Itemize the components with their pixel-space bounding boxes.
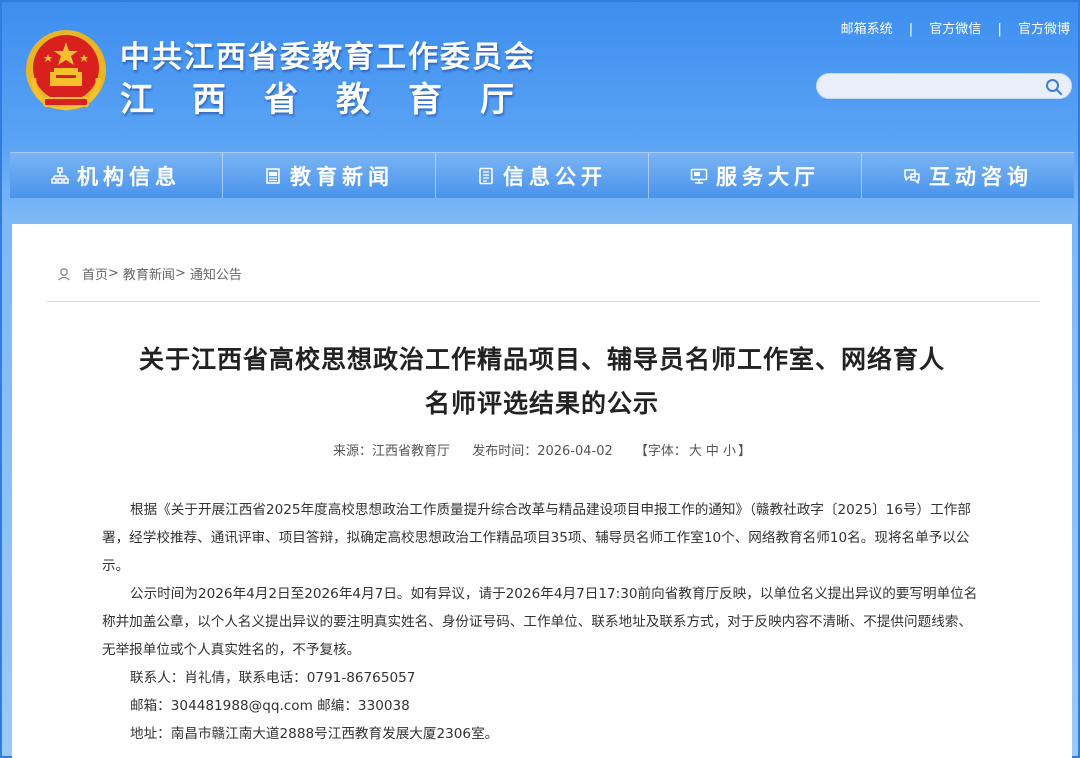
nav-label: 服务大厅 [716,164,820,189]
official-wechat-link[interactable]: 官方微信 [929,22,981,37]
breadcrumb-home[interactable]: 首页 [82,264,108,283]
site-header: 中共江西省委教育工作委员会 江西省教育厅 邮箱系统 | 官方微信 | 官方微博 [2,2,1078,150]
nav-item-service-hall[interactable]: 服务大厅 [649,153,862,198]
font-size-switcher: 【字体：大中小】 [635,444,751,459]
article-panel: 首页 > 教育新闻 > 通知公告 关于江西省高校思想政治工作精品项目、辅导员名师… [12,224,1072,758]
body-paragraph: 公示时间为2026年4月2日至2026年4月7日。如有异议，请于2026年4月7… [102,586,978,658]
org-name-department: 江西省教育厅 [120,80,552,120]
nav-item-org-info[interactable]: 机构信息 [10,153,223,198]
article-source: 来源：江西省教育厅 [333,444,451,459]
chat-bubble-icon [904,168,920,184]
breadcrumb-separator: > [174,266,186,281]
contact-person: 联系人：肖礼倩，联系电话：0791-86765057 [130,670,416,686]
body-paragraph: 根据《关于开展江西省2025年度高校思想政治工作质量提升综合改革与精品建设项目申… [102,502,971,574]
search-box [816,73,1072,99]
nav-label: 机构信息 [77,164,181,189]
mail-system-link[interactable]: 邮箱系统 [841,22,893,37]
monitor-icon [690,168,708,184]
location-pin-icon [58,267,70,280]
article-publish-time: 发布时间：2026-04-02 [472,444,613,459]
page-title: 关于江西省高校思想政治工作精品项目、辅导员名师工作室、网络育人 名师评选结果的公… [72,338,1012,426]
font-size-label: 【字体： [634,444,687,459]
title-line: 名师评选结果的公示 [424,389,659,418]
nav-item-interactive-consult[interactable]: 互动咨询 [862,153,1074,198]
nav-label: 教育新闻 [290,164,394,189]
font-size-close: 】 [737,444,751,459]
search-input[interactable] [829,77,1049,95]
breadcrumb-separator: > [108,266,119,281]
title-line: 关于江西省高校思想政治工作精品项目、辅导员名师工作室、网络育人 [138,345,945,374]
article-meta: 来源：江西省教育厅 发布时间：2026-04-02 【字体：大中小】 [12,440,1072,459]
official-weibo-link[interactable]: 官方微博 [1018,22,1070,37]
nav-item-info-disclosure[interactable]: 信息公开 [436,153,649,198]
list-doc-icon [479,167,493,184]
org-tree-icon [51,166,69,184]
nav-label: 信息公开 [503,164,607,189]
org-name-party: 中共江西省委教育工作委员会 [120,40,536,75]
news-doc-icon [266,167,280,184]
contact-email: 邮箱：304481988@qq.com 邮编：330038 [130,698,410,714]
breadcrumb: 首页 > 教育新闻 > 通知公告 [56,264,242,283]
top-links: 邮箱系统 | 官方微信 | 官方微博 [841,18,1070,37]
national-emblem-icon [26,30,106,111]
main-nav: 机构信息 教育新闻 信息公开 服务大厅 互动咨询 [10,152,1074,198]
font-size-large[interactable]: 大 [689,444,702,459]
article-body: 根据《关于开展江西省2025年度高校思想政治工作质量提升综合改革与精品建设项目申… [102,496,982,748]
font-size-medium[interactable]: 中 [706,444,719,459]
top-link-separator: | [997,22,1002,37]
nav-label: 互动咨询 [929,164,1033,189]
font-size-small[interactable]: 小 [723,444,736,459]
breadcrumb-notices[interactable]: 通知公告 [190,264,242,283]
nav-item-education-news[interactable]: 教育新闻 [223,153,436,198]
contact-address: 地址：南昌市赣江南大道2888号江西教育发展大厦2306室。 [130,726,499,742]
breadcrumb-education-news[interactable]: 教育新闻 [123,264,175,283]
divider [46,301,1040,302]
search-icon[interactable] [1045,78,1063,96]
top-link-separator: | [908,22,914,37]
